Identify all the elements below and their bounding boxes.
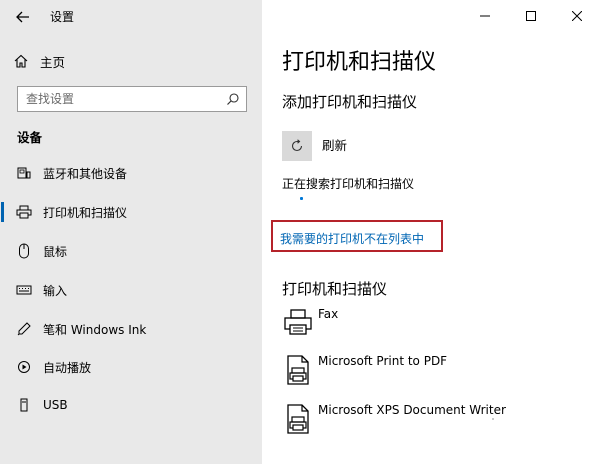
searching-status: 正在搜索打印机和扫描仪	[282, 177, 415, 191]
progress-dot	[300, 197, 303, 200]
sidebar-item-label: 打印机和扫描仪	[43, 206, 128, 220]
minimize-icon	[480, 15, 490, 17]
sidebar-item-pen[interactable]: 笔和 Windows Ink	[0, 314, 262, 344]
sidebar-item-label: 蓝牙和其他设备	[43, 167, 128, 181]
usb-icon	[16, 398, 32, 414]
sidebar-item-mouse[interactable]: 鼠标	[0, 236, 262, 266]
printer-name: Fax	[318, 307, 339, 321]
main-content: 打印机和扫描仪 添加打印机和扫描仪 刷新 正在搜索打印机和扫描仪 我需要的打印机…	[262, 0, 600, 464]
sidebar-item-label: 输入	[43, 284, 68, 298]
printer-item-pdf[interactable]: Microsoft Print to PDF	[280, 354, 590, 398]
refresh-button[interactable]	[282, 131, 312, 161]
printer-not-listed-link[interactable]: 我需要的打印机不在列表中	[280, 230, 424, 247]
xps-printer-icon	[287, 404, 309, 434]
sidebar-item-usb[interactable]: USB	[0, 391, 262, 421]
add-section-title: 添加打印机和扫描仪	[282, 93, 418, 111]
sidebar-item-autoplay[interactable]: 自动播放	[0, 352, 262, 382]
printer-icon	[16, 204, 32, 220]
maximize-icon	[526, 11, 536, 21]
keyboard-icon	[16, 282, 32, 298]
active-indicator	[1, 202, 4, 222]
refresh-label: 刷新	[322, 138, 348, 153]
settings-window: 设置 主页 设备 蓝牙和其他设备 打印机和扫描仪	[0, 0, 600, 464]
close-icon	[572, 11, 582, 21]
close-button[interactable]	[554, 0, 600, 32]
sidebar-item-typing[interactable]: 输入	[0, 275, 262, 305]
sidebar-item-printers[interactable]: 打印机和扫描仪	[0, 197, 262, 227]
bluetooth-devices-icon	[16, 165, 32, 181]
sidebar: 设置 主页 设备 蓝牙和其他设备 打印机和扫描仪	[0, 0, 262, 464]
home-label: 主页	[40, 54, 66, 70]
sidebar-item-label: 笔和 Windows Ink	[43, 323, 147, 337]
search-icon[interactable]	[226, 92, 240, 106]
back-button[interactable]	[12, 6, 34, 28]
refresh-icon	[291, 139, 303, 152]
mouse-icon	[16, 243, 32, 259]
section-title-devices: 设备	[17, 130, 43, 145]
printer-item-xps[interactable]: Microsoft XPS Document Writer	[280, 403, 590, 447]
search-input[interactable]	[26, 90, 216, 108]
printers-list-title: 打印机和扫描仪	[282, 280, 388, 298]
sidebar-item-bluetooth[interactable]: 蓝牙和其他设备	[0, 158, 262, 188]
home-icon	[14, 54, 28, 68]
maximize-button[interactable]	[508, 0, 554, 32]
fax-printer-icon	[284, 309, 312, 335]
printer-name: Microsoft XPS Document Writer	[318, 403, 506, 417]
window-controls	[462, 0, 600, 32]
autoplay-icon	[16, 359, 32, 375]
pen-icon	[16, 321, 32, 337]
sidebar-item-label: USB	[43, 398, 68, 412]
sidebar-item-label: 鼠标	[43, 245, 68, 259]
sidebar-item-label: 自动播放	[43, 361, 92, 375]
page-title: 打印机和扫描仪	[282, 50, 437, 75]
home-nav-item[interactable]: 主页	[14, 50, 65, 72]
app-title: 设置	[50, 10, 75, 24]
printer-item-fax[interactable]: Fax	[280, 307, 590, 351]
search-box[interactable]	[17, 86, 247, 112]
scroll-indicator	[492, 418, 494, 420]
minimize-button[interactable]	[462, 0, 508, 32]
printer-name: Microsoft Print to PDF	[318, 354, 448, 368]
back-arrow-icon	[16, 11, 29, 23]
pdf-printer-icon	[287, 355, 309, 385]
